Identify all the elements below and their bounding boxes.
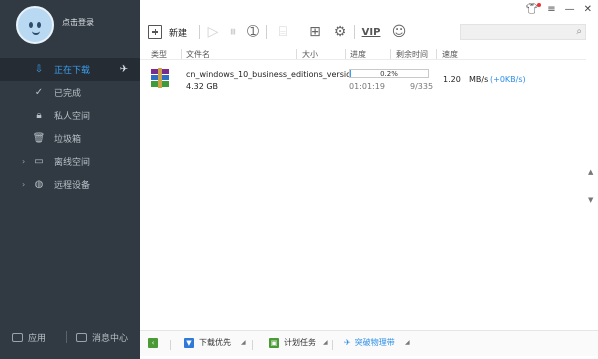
main-panel: 👕︎ ≡ — ✕ 新建 ▷ ⏸︎ ➀ ⌸ ⊞ ⚙ VIP ☺ ⌕ 类型 文件名 … <box>140 0 598 359</box>
vip-label: VIP <box>361 26 381 38</box>
table-header: 类型 文件名 大小 进度 剩余时间 速度 <box>140 48 598 60</box>
expand-caret-icon[interactable]: › <box>22 180 25 189</box>
divider <box>66 331 67 343</box>
sidebar-item-offline-space[interactable]: › ▭ 离线空间 <box>0 150 140 173</box>
pause-icon[interactable]: ⏸︎ <box>224 23 242 41</box>
download-priority-button[interactable]: ▼ 下载优先 <box>184 337 231 348</box>
divider <box>252 340 253 350</box>
column-header-size[interactable]: 大小 <box>302 49 318 60</box>
user-avatar[interactable] <box>16 6 54 44</box>
avatar-eye-right <box>37 22 41 28</box>
new-task-label: 新建 <box>169 28 188 39</box>
calendar-icon: ▣ <box>269 337 279 348</box>
message-center-label: 消息中心 <box>92 333 129 344</box>
scroll-up-arrow-icon[interactable]: ▲ <box>588 168 593 176</box>
login-link[interactable]: 点击登录 <box>62 17 94 28</box>
dropdown-arrow-icon[interactable]: ◢ <box>405 339 410 346</box>
sidebar-item-label: 垃圾箱 <box>54 135 82 145</box>
column-header-filename[interactable]: 文件名 <box>186 49 210 60</box>
toolbar: 新建 ▷ ⏸︎ ➀ ⌸ ⊞ ⚙ VIP ☺ ⌕ <box>140 0 598 46</box>
start-icon[interactable]: ▷ <box>204 23 222 41</box>
search-icon[interactable]: ⌕ <box>576 26 582 37</box>
delete-icon[interactable]: ⌸ <box>274 23 292 41</box>
upload-speed: (+0KB/s) <box>490 75 526 84</box>
sidebar-item-label: 私人空间 <box>54 112 91 122</box>
column-header-type[interactable]: 类型 <box>151 49 167 60</box>
bandwidth-boost-link[interactable]: ✈ 突破物理带 <box>344 337 395 348</box>
sidebar-bottom: 应用 消息中心 <box>0 328 140 346</box>
sidebar-item-trash[interactable]: 🗑︎ 垃圾箱 <box>0 127 140 150</box>
progress-bar: 0.2% <box>349 69 429 78</box>
file-size: 4.32 GB <box>186 82 219 91</box>
apps-label: 应用 <box>28 333 47 344</box>
column-divider[interactable] <box>436 49 437 59</box>
sidebar-item-remote-devices[interactable]: › ◍ 远程设备 <box>0 173 140 196</box>
toolbar-divider <box>266 25 267 39</box>
scheduled-task-button[interactable]: ▣ 计划任务 <box>269 337 316 348</box>
dropdown-arrow-icon[interactable]: ◢ <box>241 339 246 346</box>
settings-gear-icon[interactable]: ⚙ <box>331 23 349 41</box>
speed-bird-icon: ✈ <box>344 338 351 347</box>
apps-button[interactable]: 应用 <box>12 331 46 344</box>
column-divider[interactable] <box>390 49 391 59</box>
shield-icon: ▼ <box>184 337 194 348</box>
expand-caret-icon[interactable]: › <box>22 157 25 166</box>
collapse-left-icon[interactable]: ‹ <box>148 338 158 348</box>
dropdown-arrow-icon[interactable]: ◢ <box>323 339 328 346</box>
sidebar-item-label: 已完成 <box>54 89 82 99</box>
progress-label: 0.2% <box>380 70 398 78</box>
sidebar-item-private-space[interactable]: 🔒︎ 私人空间 <box>0 104 140 127</box>
speed-bird-icon[interactable]: ✈ <box>120 64 128 75</box>
single-task-icon[interactable]: ➀ <box>244 23 262 41</box>
sidebar-item-label: 离线空间 <box>54 158 91 168</box>
column-header-progress[interactable]: 进度 <box>350 49 366 60</box>
vertical-scrollbar[interactable]: ▲ ▼ <box>586 48 598 322</box>
check-circle-icon: ✓ <box>34 87 44 98</box>
column-header-remaining[interactable]: 剩余时间 <box>396 49 428 60</box>
table-row[interactable]: cn_windows_10_business_editions_versio..… <box>140 62 598 94</box>
sidebar: 点击登录 ⇩ 正在下载 ✈ ✓ 已完成 🔒︎ 私人空间 🗑︎ 垃圾箱 › ▭ 离… <box>0 0 140 359</box>
winrar-archive-icon <box>151 68 169 88</box>
sidebar-item-completed[interactable]: ✓ 已完成 <box>0 81 140 104</box>
divider <box>170 340 171 350</box>
trash-icon: 🗑︎ <box>32 133 46 144</box>
grid-view-icon[interactable]: ⊞ <box>306 23 324 41</box>
new-task-button[interactable]: 新建 <box>148 22 187 42</box>
column-divider[interactable] <box>181 49 182 59</box>
emoji-icon[interactable]: ☺ <box>390 23 408 41</box>
archive-strap <box>158 68 162 88</box>
toolbar-divider <box>354 25 355 39</box>
sidebar-item-label: 远程设备 <box>54 181 91 191</box>
file-name: cn_windows_10_business_editions_versio..… <box>186 70 359 79</box>
bandwidth-boost-label: 突破物理带 <box>354 338 395 347</box>
column-header-speed[interactable]: 速度 <box>442 49 458 60</box>
message-icon <box>76 332 87 342</box>
avatar-mouth <box>32 31 40 35</box>
download-arrow-icon: ⇩ <box>34 64 44 75</box>
vip-button[interactable]: VIP <box>361 23 381 41</box>
globe-icon: ◍ <box>34 179 44 190</box>
sidebar-nav: ⇩ 正在下载 ✈ ✓ 已完成 🔒︎ 私人空间 🗑︎ 垃圾箱 › ▭ 离线空间 ›… <box>0 58 140 196</box>
column-divider[interactable] <box>345 49 346 59</box>
toolbar-divider <box>199 25 200 39</box>
speed-unit: MB/s <box>469 75 489 84</box>
elapsed-time: 01:01:19 <box>349 82 385 91</box>
download-priority-label: 下载优先 <box>199 338 231 347</box>
sidebar-item-label: 正在下载 <box>54 66 91 76</box>
avatar-eye-left <box>29 22 33 28</box>
bottom-bar: ‹ ▼ 下载优先 ◢ ▣ 计划任务 ◢ ✈ 突破物理带 ◢ <box>140 330 598 356</box>
lock-icon: 🔒︎ <box>36 110 42 121</box>
message-center-button[interactable]: 消息中心 <box>76 331 128 344</box>
piece-count: 9/335 <box>410 82 434 91</box>
divider <box>332 340 333 350</box>
new-icon <box>148 25 162 39</box>
column-divider[interactable] <box>296 49 297 59</box>
cloud-monitor-icon: ▭ <box>34 156 44 167</box>
sidebar-item-downloading[interactable]: ⇩ 正在下载 ✈ <box>0 58 140 81</box>
scheduled-task-label: 计划任务 <box>284 338 316 347</box>
search-input[interactable]: ⌕ <box>460 24 586 40</box>
scroll-down-arrow-icon[interactable]: ▼ <box>588 196 593 204</box>
apps-icon <box>12 332 23 342</box>
download-speed: 1.20 <box>443 75 461 84</box>
